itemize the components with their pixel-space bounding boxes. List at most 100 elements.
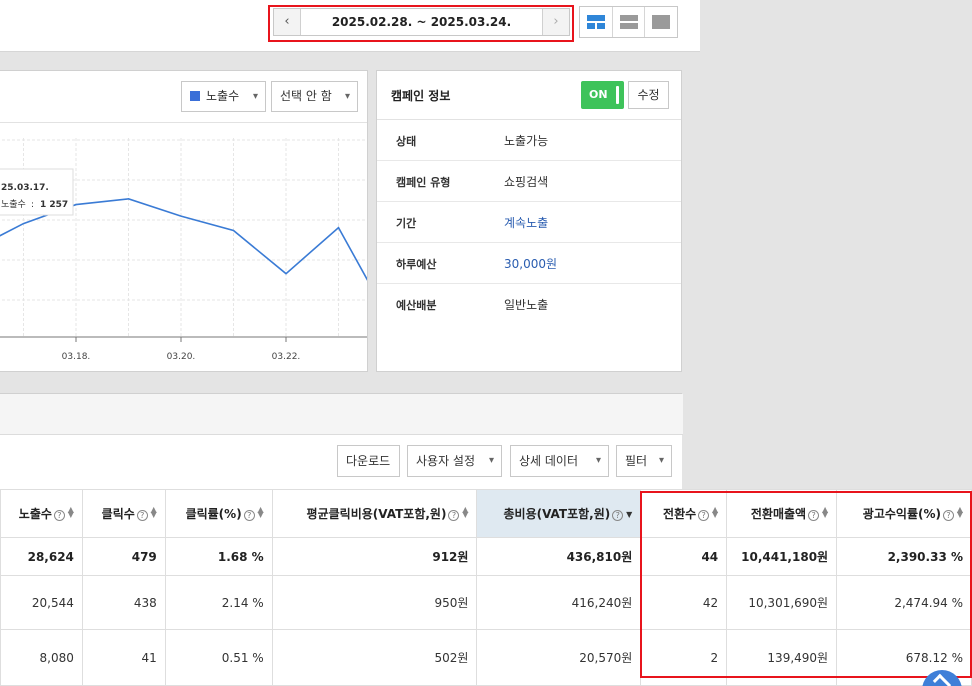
help-icon[interactable]: ? — [612, 510, 624, 521]
compare-select-label: 선택 안 함 — [280, 89, 332, 103]
series-color-swatch — [190, 91, 200, 101]
info-value: 일반노출 — [504, 298, 549, 312]
chevron-down-icon: ▾ — [595, 455, 601, 466]
chevron-down-icon: ▾ — [488, 455, 494, 466]
metric-select[interactable]: 노출수 ▾ — [181, 81, 266, 112]
table-cell: 20,570원 — [476, 629, 642, 686]
table-cell: 912원 — [271, 537, 478, 576]
view-mode-group — [579, 6, 678, 38]
chart-grid — [0, 138, 367, 337]
filter-button[interactable]: 필터 ▾ — [616, 445, 672, 477]
x-ticks: 03.18.03.20.03.22.03.24. — [62, 337, 301, 362]
report-panel-header — [0, 394, 683, 435]
info-value-link[interactable]: 30,000원 — [504, 255, 557, 272]
impressions-line-chart: 03.18.03.20.03.22.03.24. 25.03.17. 노출수 :… — [0, 138, 367, 362]
col-header-sorted[interactable]: 총비용(VAT포함,원)? ▼ — [476, 489, 642, 538]
info-row: 하루예산 30,000원 — [377, 243, 681, 284]
col-header[interactable]: 클릭수 ?▲ ▼ — [81, 489, 166, 538]
table-cell: 416,240원 — [476, 575, 642, 630]
table-cell: 479 — [81, 537, 166, 576]
info-row: 예산배분 일반노출 — [377, 284, 681, 325]
edit-button[interactable]: 수정 — [628, 81, 669, 109]
info-key: 상태 — [396, 135, 417, 148]
info-key: 캠페인 유형 — [396, 176, 451, 189]
info-value: 쇼핑검색 — [504, 175, 549, 189]
col-header[interactable]: 평균클릭비용(VAT포함,원) ?▲ ▼ — [271, 489, 478, 538]
view-split-button[interactable] — [580, 7, 613, 37]
col-header-label: 총비용(VAT포함,원) — [503, 507, 611, 521]
col-header-label: 노출수 — [18, 507, 52, 521]
table-cell: 2.14 % — [164, 575, 273, 630]
help-icon[interactable]: ? — [448, 510, 460, 521]
sort-icon[interactable]: ▲ ▼ — [257, 506, 264, 519]
table-cell: 1.68 % — [164, 537, 273, 576]
table-cell: 438 — [81, 575, 166, 630]
x-tick-label: 03.20. — [167, 352, 196, 362]
chevron-down-icon: ▾ — [344, 91, 350, 102]
sort-icon[interactable]: ▲ ▼ — [150, 506, 157, 519]
table-cell: 502원 — [271, 629, 478, 686]
info-key: 하루예산 — [396, 258, 437, 271]
toggle-knob — [616, 86, 619, 104]
table-cell: 8,080 — [0, 629, 83, 686]
tooltip-label: 노출수 — [1, 199, 26, 210]
table-cell: 950원 — [271, 575, 478, 630]
x-tick-label: 03.18. — [62, 352, 91, 362]
user-settings-label: 사용자 설정 — [416, 454, 476, 468]
info-row: 기간 계속노출 — [377, 202, 681, 243]
toggle-label: ON — [589, 88, 608, 101]
col-header-label: 클릭률(%) — [185, 507, 242, 521]
metric-select-label: 노출수 — [206, 89, 240, 103]
info-value-link[interactable]: 계속노출 — [504, 214, 548, 231]
campaign-toggle[interactable]: ON — [581, 81, 624, 109]
col-header[interactable]: 노출수 ?▲ ▼ — [0, 489, 83, 538]
x-tick-label: 03.22. — [272, 352, 301, 362]
col-header-label: 클릭수 — [101, 507, 135, 521]
download-label: 다운로드 — [346, 454, 391, 468]
sort-icon[interactable]: ▲ ▼ — [67, 506, 74, 519]
tooltip-date: 25.03.17. — [1, 183, 49, 193]
info-row: 상태 노출가능 — [377, 120, 681, 161]
help-icon[interactable]: ? — [243, 510, 255, 521]
tooltip-value: 1 257 — [40, 200, 68, 210]
layout-split-icon — [586, 15, 605, 29]
campaign-info-header: 캠페인 정보 ON 수정 — [377, 71, 681, 120]
chart-header: 노출수 ▾ 선택 안 함 ▾ — [0, 71, 367, 123]
series-line — [0, 198, 367, 281]
date-highlight-box — [268, 5, 574, 42]
chart-tooltip: 25.03.17. 노출수 : 1 257 — [0, 168, 74, 216]
col-header-label: 평균클릭비용(VAT포함,원) — [306, 507, 447, 521]
table-cell: 0.51 % — [164, 629, 273, 686]
campaign-info-title: 캠페인 정보 — [391, 89, 451, 103]
user-settings-button[interactable]: 사용자 설정 ▾ — [407, 445, 502, 477]
detail-data-button[interactable]: 상세 데이터 ▾ — [510, 445, 609, 477]
filter-label: 필터 — [625, 454, 648, 468]
col-header[interactable]: 클릭률(%) ?▲ ▼ — [164, 489, 273, 538]
chevron-down-icon: ▾ — [658, 455, 664, 466]
conversion-highlight-box — [640, 491, 972, 678]
view-rows-button[interactable] — [613, 7, 646, 37]
table-cell: 28,624 — [0, 537, 83, 576]
info-key: 예산배분 — [396, 299, 437, 312]
table-cell: 20,544 — [0, 575, 83, 630]
detail-data-label: 상세 데이터 — [519, 454, 579, 468]
info-key: 기간 — [396, 217, 417, 230]
chevron-down-icon: ▾ — [252, 91, 258, 102]
layout-full-icon — [652, 15, 671, 29]
table-cell: 41 — [81, 629, 166, 686]
help-icon[interactable]: ? — [53, 510, 65, 521]
campaign-info-card: 캠페인 정보 ON 수정 상태 노출가능 캠페인 유형 쇼핑검색 기간 계속노출 하루… — [376, 70, 682, 372]
help-icon[interactable]: ? — [136, 510, 148, 521]
layout-rows-icon — [619, 15, 638, 29]
chevron-up-icon — [932, 673, 952, 686]
download-button[interactable]: 다운로드 — [337, 445, 400, 477]
sort-desc-icon[interactable]: ▼ — [625, 511, 632, 519]
info-row: 캠페인 유형 쇼핑검색 — [377, 161, 681, 202]
info-value: 노출가능 — [504, 134, 549, 148]
sort-icon[interactable]: ▲ ▼ — [461, 506, 468, 519]
chart-card: 노출수 ▾ 선택 안 함 ▾ 03.18.03.20.03.22.03.24. … — [0, 70, 368, 372]
compare-select[interactable]: 선택 안 함 ▾ — [271, 81, 358, 112]
table-cell: 436,810원 — [476, 537, 642, 576]
tooltip-colon: : — [31, 200, 34, 210]
view-full-button[interactable] — [645, 7, 677, 37]
